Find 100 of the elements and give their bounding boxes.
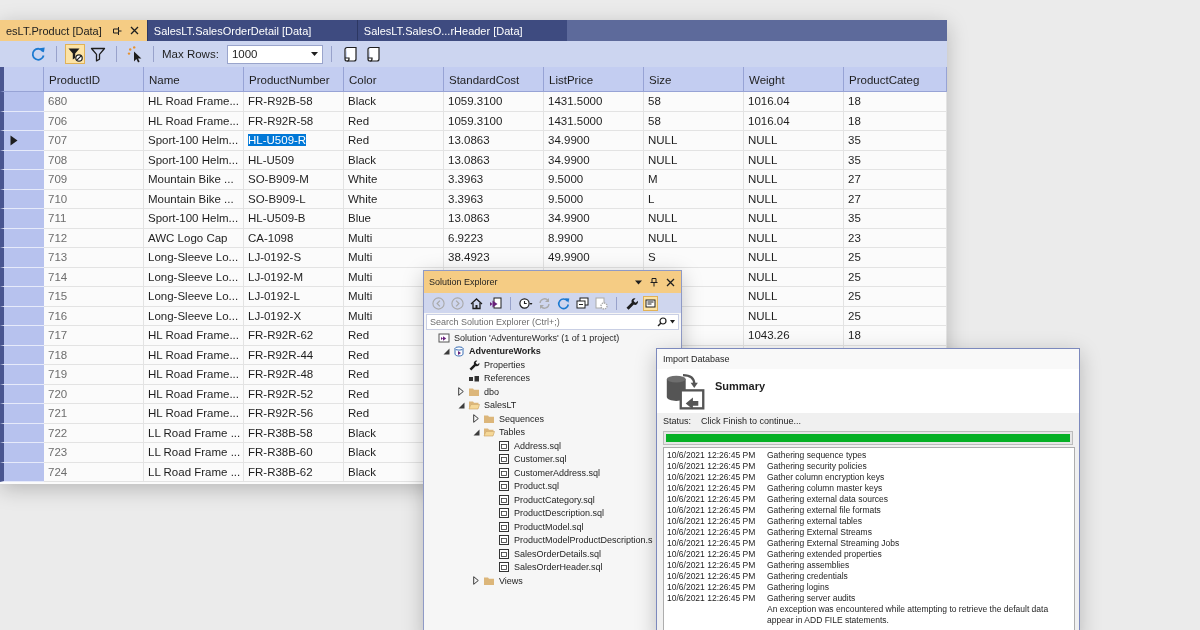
document-tab[interactable]: esLT.Product [Data] [0, 20, 147, 41]
table-cell: 8.9900 [544, 228, 644, 248]
table-cell: 715 [44, 287, 144, 307]
log-message: Gathering logins [767, 581, 829, 592]
log-message: Gathering server audits [767, 592, 856, 603]
table-cell: SO-B909-L [244, 189, 344, 209]
tree-item[interactable]: References [468, 372, 531, 385]
tree-item[interactable]: CustomerAddress.sql [498, 466, 601, 479]
caret-down-icon[interactable] [472, 428, 480, 436]
column-header[interactable]: ProductNumber [244, 67, 344, 92]
table-cell: White [344, 189, 444, 209]
table-cell: FR-R92R-52 [244, 384, 344, 404]
tree-item[interactable]: Customer.sql [498, 453, 567, 466]
search-box[interactable]: Search Solution Explorer (Ctrl+;) [426, 314, 679, 330]
tree-item[interactable]: AdventureWorks [453, 345, 541, 358]
home-icon[interactable] [469, 295, 484, 311]
column-header[interactable]: Size [644, 67, 744, 92]
table-cell: 9.5000 [544, 189, 644, 209]
table-cell: 717 [44, 326, 144, 346]
table-cell: LL Road Frame ... [144, 423, 244, 443]
caret-down-icon[interactable] [670, 320, 675, 324]
column-header[interactable]: Color [344, 67, 444, 92]
log-message: An exception was encountered while attempting to retrieve the default data [767, 603, 1049, 614]
funnel-badge-icon[interactable] [65, 44, 85, 64]
table-cell: 27 [844, 170, 947, 190]
table-cell: 716 [44, 306, 144, 326]
search-icon[interactable] [657, 317, 667, 327]
tree-item[interactable]: Properties [468, 358, 526, 371]
document-tab[interactable]: SalesLT.SalesOrderDetail [Data] [146, 20, 357, 41]
table-cell: 720 [44, 384, 144, 404]
tree-item[interactable]: dbo [468, 385, 500, 398]
column-header[interactable]: Name [144, 67, 244, 92]
clock-icon[interactable] [518, 295, 533, 311]
corner-header-cell[interactable] [0, 67, 44, 92]
table-cell: LL Road Frame ... [144, 462, 244, 482]
table-cell: NULL [744, 248, 844, 268]
wrench-icon[interactable] [624, 295, 639, 311]
table-cell: AWC Logo Cap [144, 228, 244, 248]
log-time: 10/6/2021 12:26:45 PM [666, 570, 757, 581]
tree-item[interactable]: ProductCategory.sql [498, 493, 595, 506]
table-cell: LJ-0192-S [244, 248, 344, 268]
document-logo-icon[interactable] [488, 295, 503, 311]
table-cell: Red [344, 131, 444, 151]
table-cell: NULL [644, 228, 744, 248]
close-icon[interactable] [129, 26, 139, 35]
tree-item[interactable]: SalesOrderDetails.sql [498, 547, 602, 560]
caret-down-icon[interactable] [457, 401, 465, 409]
column-header[interactable]: ListPrice [544, 67, 644, 92]
table-file-icon [498, 561, 510, 574]
tree-item[interactable]: Product.sql [498, 480, 560, 493]
log-message: Gathering security policies [767, 460, 867, 471]
caret-right-icon[interactable] [473, 414, 479, 424]
log-time: 10/6/2021 12:26:45 PM [666, 592, 757, 603]
table-cell: 3.3963 [444, 189, 544, 209]
table-cell: 1431.5000 [544, 92, 644, 112]
tree-item[interactable]: Views [483, 574, 523, 587]
tree-item[interactable]: Sequences [483, 412, 545, 425]
caret-right-icon[interactable] [473, 576, 479, 586]
pin-icon[interactable] [649, 277, 659, 287]
table-cell: 25 [844, 306, 947, 326]
tree-item[interactable]: ProductModelProductDescription.s [498, 534, 653, 547]
tree-item[interactable]: SalesOrderHeader.sql [498, 561, 603, 574]
caret-down-icon[interactable] [442, 347, 450, 355]
tree-item[interactable]: ProductDescription.sql [498, 507, 605, 520]
table-cell: HL Road Frame... [144, 365, 244, 385]
log-message: Gathering External Streaming Jobs [767, 537, 900, 548]
log-message: Gathering extended properties [767, 548, 882, 559]
column-header[interactable]: ProductCateg [844, 67, 947, 92]
tree-item[interactable]: Address.sql [498, 439, 562, 452]
tree-item[interactable]: ProductModel.sql [498, 520, 584, 533]
tree-item[interactable]: Tables [483, 426, 525, 439]
caret-down-icon[interactable] [635, 279, 642, 285]
table-cell: HL Road Frame... [144, 345, 244, 365]
table-cell: Black [344, 150, 444, 170]
page-lines-icon[interactable] [643, 295, 658, 311]
log-time: 10/6/2021 12:26:45 PM [666, 482, 757, 493]
table-cell: FR-R38B-62 [244, 462, 344, 482]
table-cell: 721 [44, 404, 144, 424]
table-cell: NULL [744, 189, 844, 209]
max-rows-combobox[interactable]: 1000 [226, 44, 323, 64]
caret-right-icon[interactable] [458, 387, 464, 397]
column-header[interactable]: Weight [744, 67, 844, 92]
close-icon[interactable] [666, 277, 675, 287]
table-cell: 714 [44, 267, 144, 287]
table-cell: 27 [844, 189, 947, 209]
table-cell: 710 [44, 189, 144, 209]
table-cell: Mountain Bike ... [144, 189, 244, 209]
row-header[interactable] [0, 131, 44, 151]
stacked-windows-icon[interactable] [575, 295, 590, 311]
log-message: Gathering credentials [767, 570, 848, 581]
table-cell: Long-Sleeve Lo... [144, 287, 244, 307]
table-cell: FR-R92B-58 [244, 92, 344, 112]
table-cell: 23 [844, 228, 947, 248]
tree-item[interactable]: SalesLT [468, 399, 517, 412]
table-cell: 9.5000 [544, 170, 644, 190]
log-time: 10/6/2021 12:26:45 PM [666, 515, 757, 526]
document-tab[interactable]: SalesLT.SalesO...rHeader [Data] [356, 20, 567, 41]
pin-icon[interactable] [111, 25, 122, 36]
column-header[interactable]: StandardCost [444, 67, 544, 92]
column-header[interactable]: ProductID [44, 67, 144, 92]
